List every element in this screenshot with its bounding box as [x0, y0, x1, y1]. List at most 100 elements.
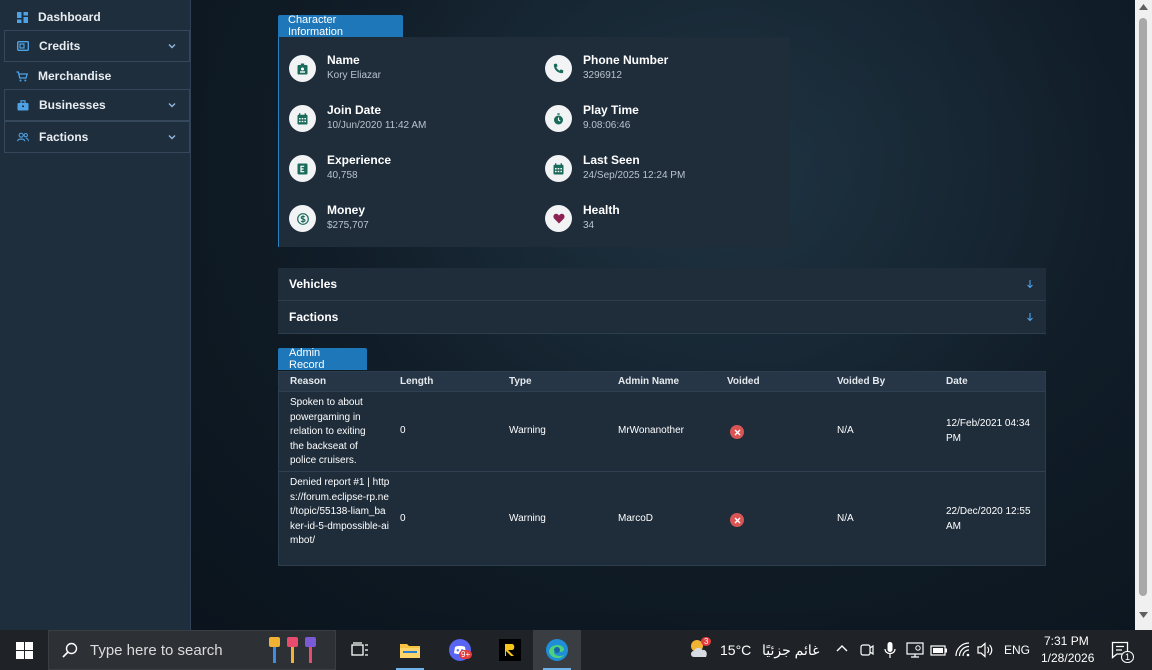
briefcase-icon [17, 99, 29, 111]
field-label: Play Time [583, 103, 639, 117]
sidebar-item-businesses[interactable]: Businesses [4, 89, 190, 121]
column-header: Voided [727, 376, 760, 387]
browser-viewport: Dashboard Credits Merchandise Businesses [0, 0, 1152, 630]
discord-button[interactable]: 9+ [436, 630, 484, 670]
windows-icon [15, 641, 33, 659]
sidebar-item-label: Factions [39, 130, 89, 144]
cell-length: 0 [400, 425, 406, 436]
accordion-label: Factions [289, 310, 339, 324]
field-value: 34 [583, 220, 595, 231]
sidebar-item-credits[interactable]: Credits [4, 30, 190, 62]
page-scrollbar[interactable] [1135, 0, 1152, 630]
task-view-button[interactable] [336, 630, 384, 670]
column-header: Voided By [837, 376, 886, 387]
voided-false-icon [730, 513, 744, 527]
sidebar-item-label: Credits [39, 39, 81, 53]
field-label: Last Seen [583, 153, 640, 167]
users-icon [17, 131, 29, 143]
task-view-icon [351, 642, 368, 656]
field-play-time: Play Time 9.08:06:46 [535, 100, 775, 140]
chevron-down-icon[interactable] [167, 41, 177, 51]
chevron-up-icon[interactable] [836, 644, 848, 652]
language-indicator[interactable]: ENG [1004, 643, 1030, 657]
field-label: Health [583, 203, 620, 217]
vehicles-accordion[interactable]: Vehicles [278, 268, 1046, 301]
cell-date: 12/Feb/2021 04:34 PM [946, 418, 1030, 444]
column-header: Length [400, 376, 434, 387]
microphone-icon[interactable] [884, 641, 896, 659]
dashboard-icon [16, 11, 28, 23]
search-icon [62, 642, 78, 658]
field-value: 40,758 [327, 170, 358, 181]
sidebar-item-dashboard[interactable]: Dashboard [4, 1, 190, 33]
cell-admin-name: MarcoD [618, 513, 654, 524]
field-health: Health 34 [535, 200, 775, 240]
scrollbar-thumb[interactable] [1139, 18, 1147, 596]
cell-date: 22/Dec/2020 12:55 AM [946, 506, 1031, 532]
stopwatch-icon [545, 105, 572, 132]
heart-icon [545, 205, 572, 232]
column-header: Admin Name [618, 376, 680, 387]
chevron-down-icon[interactable] [167, 100, 177, 110]
field-value: 10/Jun/2020 11:42 AM [327, 120, 427, 131]
dollar-icon [289, 205, 316, 232]
column-header: Type [509, 376, 532, 387]
taskbar-search[interactable]: Type here to search [48, 630, 336, 670]
accordion-label: Vehicles [289, 277, 338, 291]
weather-condition[interactable]: غائم جزئيًا [762, 642, 819, 659]
admin-record-table: Reason Length Type Admin Name Voided Voi… [278, 371, 1046, 566]
field-name: Name Kory Eliazar [279, 50, 519, 90]
meet-now-icon[interactable] [860, 642, 874, 658]
calendar-icon [289, 105, 316, 132]
credit-card-icon [17, 40, 29, 52]
chevron-down-icon[interactable] [167, 132, 177, 142]
cell-reason: Spoken to about powergaming in relation … [290, 397, 366, 466]
volume-icon[interactable] [977, 642, 994, 658]
column-header: Reason [290, 376, 327, 387]
admin-record-title: Admin Record [278, 347, 367, 371]
phone-icon [545, 55, 572, 82]
sidebar-item-factions[interactable]: Factions [4, 121, 190, 153]
character-info-title: Character Information [278, 14, 403, 38]
arrow-down-icon [1027, 313, 1033, 322]
field-value: Kory Eliazar [327, 70, 381, 81]
cart-icon [16, 70, 28, 82]
clock-time[interactable]: 7:31 PM [1044, 634, 1089, 648]
scroll-up-icon[interactable] [1139, 4, 1148, 10]
clock-date[interactable]: 1/28/2026 [1041, 651, 1094, 665]
rockstar-launcher-button[interactable] [486, 630, 534, 670]
taskbar: Type here to search 9+ 3 15°C غائم جزئيً… [0, 630, 1152, 670]
field-value: 24/Sep/2025 12:24 PM [583, 170, 686, 181]
experience-icon [289, 155, 316, 182]
paint-brushes-icon [269, 637, 316, 663]
start-button[interactable] [0, 630, 48, 670]
sidebar-item-label: Dashboard [38, 10, 101, 24]
cell-reason: Denied report #1 | https://forum.eclipse… [290, 477, 390, 546]
field-value: 9.08:06:46 [583, 120, 631, 131]
weather-temperature[interactable]: 15°C [720, 642, 751, 658]
sidebar-item-merchandise[interactable]: Merchandise [4, 60, 190, 92]
edge-icon [546, 639, 568, 661]
field-last-seen: Last Seen 24/Sep/2025 12:24 PM [535, 150, 775, 190]
character-info-card: Name Kory Eliazar Phone Number 3296912 J… [278, 37, 790, 247]
cell-voided-by: N/A [837, 425, 854, 436]
factions-accordion[interactable]: Factions [278, 301, 1046, 334]
field-phone: Phone Number 3296912 [535, 50, 775, 90]
edge-browser-button[interactable] [533, 630, 581, 670]
scroll-down-icon[interactable] [1139, 612, 1148, 618]
arrow-down-icon [1027, 280, 1033, 289]
field-value: $275,707 [327, 220, 369, 231]
battery-icon[interactable] [930, 644, 948, 656]
discord-badge: 9+ [459, 650, 473, 659]
wifi-icon[interactable] [955, 642, 971, 658]
id-badge-icon [289, 55, 316, 82]
sidebar: Dashboard Credits Merchandise Businesses [0, 0, 191, 630]
cell-type: Warning [509, 425, 546, 436]
display-icon[interactable] [906, 642, 924, 658]
calendar-icon [545, 155, 572, 182]
file-explorer-button[interactable] [386, 630, 434, 670]
sidebar-item-label: Merchandise [38, 69, 112, 83]
cell-type: Warning [509, 513, 546, 524]
cell-voided-by: N/A [837, 513, 854, 524]
table-header: Reason Length Type Admin Name Voided Voi… [279, 372, 1045, 391]
